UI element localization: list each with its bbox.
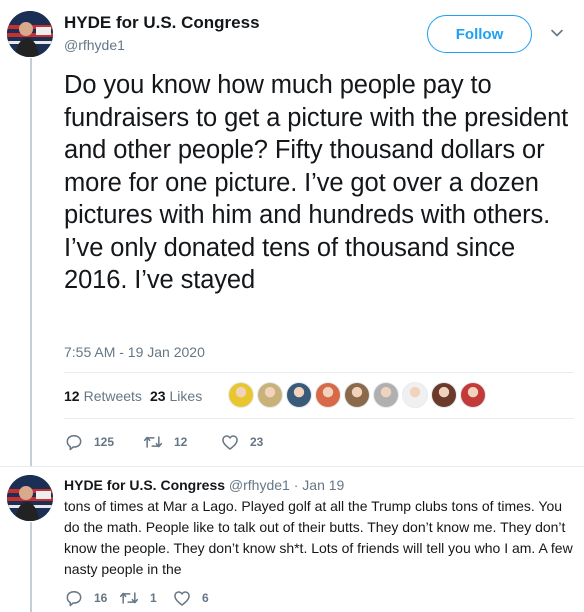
liker-avatar[interactable] xyxy=(373,382,399,408)
retweet-action[interactable]: 12 xyxy=(142,432,220,452)
retweet-count: 12 xyxy=(174,435,188,449)
tweet-stats: 12 Retweets 23 Likes xyxy=(64,378,210,414)
reply-date[interactable]: Jan 19 xyxy=(302,477,344,493)
retweets-count: 12 xyxy=(64,388,80,404)
heart-icon xyxy=(222,435,238,450)
reply-header: HYDE for U.S. Congress @rfhyde1 · Jan 19 xyxy=(64,477,344,493)
author-handle[interactable]: @rfhyde1 xyxy=(64,37,125,53)
tweet-text: Do you know how much people pay to fundr… xyxy=(64,71,569,294)
reply-count: 125 xyxy=(94,435,115,449)
reply-icon xyxy=(66,591,82,607)
like-count: 23 xyxy=(250,435,264,449)
reply-icon xyxy=(66,435,82,451)
liker-avatar[interactable] xyxy=(402,382,428,408)
author-name[interactable]: HYDE for U.S. Congress xyxy=(64,13,260,33)
divider xyxy=(64,418,574,419)
reply-author-avatar[interactable] xyxy=(7,475,53,521)
liker-avatar[interactable] xyxy=(228,382,254,408)
reply-actions: 16 1 6 xyxy=(64,588,226,608)
liker-avatar[interactable] xyxy=(286,382,312,408)
divider xyxy=(64,372,574,373)
likes-label: Likes xyxy=(169,388,203,404)
avatar-image xyxy=(7,11,53,57)
avatar-image xyxy=(7,475,53,521)
author-avatar[interactable] xyxy=(7,11,53,57)
reply-count: 16 xyxy=(94,591,108,605)
liker-avatar[interactable] xyxy=(257,382,283,408)
liker-avatar[interactable] xyxy=(431,382,457,408)
like-action[interactable]: 23 xyxy=(220,432,298,452)
dot-separator: · xyxy=(293,477,303,493)
reply-action[interactable]: 125 xyxy=(64,432,142,452)
liker-avatar[interactable] xyxy=(344,382,370,408)
retweet-icon xyxy=(143,436,163,448)
thread-line xyxy=(30,522,32,612)
retweets-stat[interactable]: 12 Retweets xyxy=(64,388,142,404)
reply-author-handle[interactable]: @rfhyde1 xyxy=(229,477,290,493)
liker-avatar[interactable] xyxy=(315,382,341,408)
retweets-label: Retweets xyxy=(83,388,142,404)
retweet-count: 1 xyxy=(150,591,157,605)
retweet-icon xyxy=(119,592,139,604)
likes-stat[interactable]: 23 Likes xyxy=(150,388,202,404)
reply-action[interactable]: 16 xyxy=(64,588,118,608)
retweet-action[interactable]: 1 xyxy=(118,588,172,608)
divider xyxy=(0,466,584,467)
liker-avatars xyxy=(228,382,489,412)
thread-line xyxy=(30,58,32,466)
reply-text: tons of times at Mar a Lago. Played golf… xyxy=(64,498,573,577)
tweet-actions: 125 12 23 xyxy=(64,430,298,454)
follow-button[interactable]: Follow xyxy=(427,15,532,53)
likes-count: 23 xyxy=(149,388,166,404)
heart-icon xyxy=(174,591,190,606)
chevron-down-icon[interactable] xyxy=(550,26,564,40)
like-count: 6 xyxy=(202,591,209,605)
liker-avatar[interactable] xyxy=(460,382,486,408)
like-action[interactable]: 6 xyxy=(172,588,226,608)
reply-author-name[interactable]: HYDE for U.S. Congress xyxy=(64,477,225,493)
tweet-timestamp[interactable]: 7:55 AM - 19 Jan 2020 xyxy=(64,344,205,360)
